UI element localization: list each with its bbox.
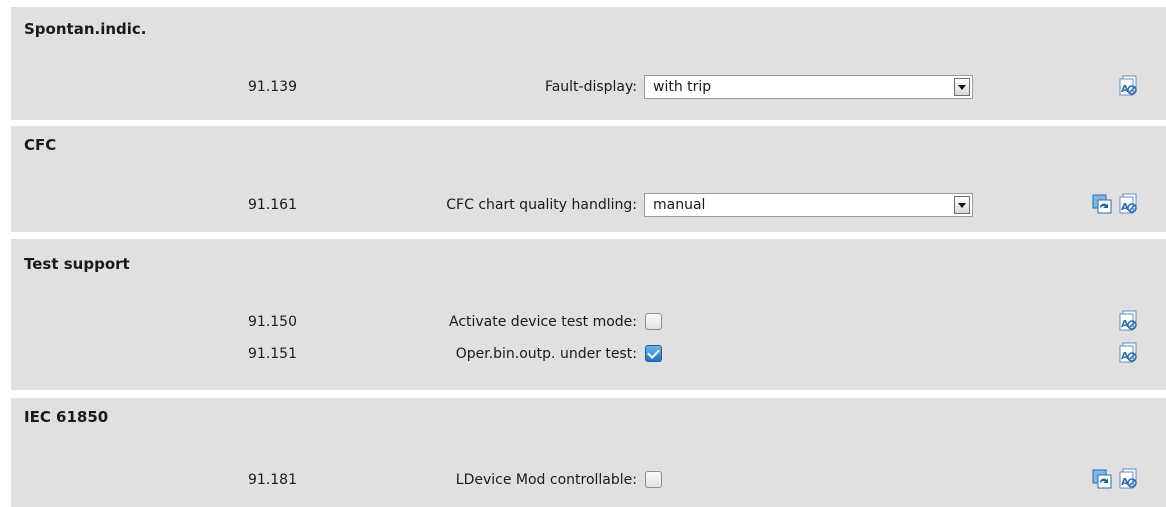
- left-border: [0, 0, 6, 507]
- properties-disabled-icon[interactable]: A: [1117, 193, 1139, 215]
- param-id: 91.139: [248, 79, 297, 95]
- properties-disabled-icon[interactable]: A: [1117, 75, 1139, 97]
- param-row-device-test-mode: 91.150 Activate device test mode: A: [11, 308, 1166, 338]
- param-label: LDevice Mod controllable:: [455, 472, 637, 488]
- dropdown-value: manual: [653, 197, 706, 213]
- param-id: 91.181: [248, 472, 297, 488]
- ldevice-mod-checkbox[interactable]: [645, 471, 662, 488]
- param-id: 91.161: [248, 197, 297, 213]
- group-title-test-support: Test support: [24, 255, 130, 273]
- fault-display-dropdown[interactable]: with trip: [644, 75, 973, 99]
- sync-icon[interactable]: [1091, 193, 1113, 215]
- param-row-fault-display: 91.139 Fault-display: with trip A: [11, 73, 1166, 103]
- sync-icon[interactable]: [1091, 468, 1113, 490]
- param-id: 91.151: [248, 346, 297, 362]
- param-label: Oper.bin.outp. under test:: [455, 346, 637, 362]
- oper-bin-outp-checkbox[interactable]: [645, 345, 662, 362]
- param-row-oper-bin-outp: 91.151 Oper.bin.outp. under test: A: [11, 340, 1166, 370]
- param-row-ldevice-mod: 91.181 LDevice Mod controllable: A: [11, 466, 1166, 496]
- param-label: CFC chart quality handling:: [446, 197, 637, 213]
- device-test-mode-checkbox[interactable]: [645, 313, 662, 330]
- param-row-cfc-quality: 91.161 CFC chart quality handling: manua…: [11, 191, 1166, 221]
- param-label: Activate device test mode:: [448, 314, 637, 330]
- properties-disabled-icon[interactable]: A: [1117, 342, 1139, 364]
- chevron-down-icon[interactable]: [954, 196, 970, 214]
- properties-disabled-icon[interactable]: A: [1117, 310, 1139, 332]
- group-title-spontan-indic: Spontan.indic.: [24, 20, 147, 38]
- param-label: Fault-display:: [544, 79, 637, 95]
- param-id: 91.150: [248, 314, 297, 330]
- group-title-iec-61850: IEC 61850: [24, 408, 109, 426]
- dropdown-value: with trip: [653, 79, 712, 95]
- chevron-down-icon[interactable]: [954, 78, 970, 96]
- properties-disabled-icon[interactable]: A: [1117, 468, 1139, 490]
- cfc-quality-dropdown[interactable]: manual: [644, 193, 973, 217]
- group-spontan-indic: [11, 7, 1166, 120]
- group-title-cfc: CFC: [24, 136, 57, 154]
